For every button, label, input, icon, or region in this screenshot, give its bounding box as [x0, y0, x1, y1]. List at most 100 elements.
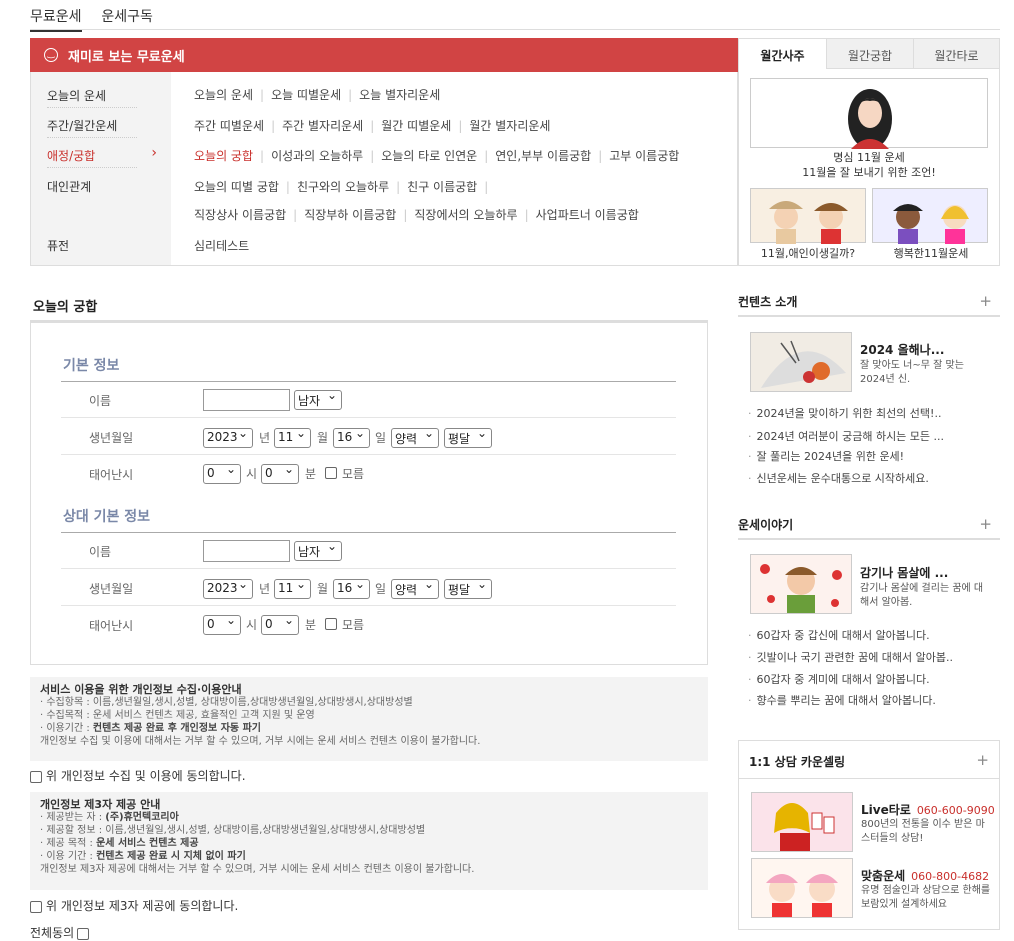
list-item[interactable]: 2024년 여러분이 궁금해 하시는 모든 ...: [748, 428, 945, 444]
privacy-line-prefix: · 이용 기간 :: [40, 851, 97, 862]
partner-minute-select[interactable]: 0: [261, 613, 299, 635]
name-input[interactable]: [203, 389, 290, 411]
gender-select[interactable]: 남자: [294, 388, 342, 410]
top-tabs: 무료운세 운세구독: [30, 6, 169, 32]
unknown-time-label: 모름: [342, 618, 365, 632]
partner-gender-select[interactable]: 남자: [294, 539, 342, 561]
link-item[interactable]: 오늘의 타로 인연운: [381, 149, 477, 163]
category-weekly-monthly[interactable]: 주간/월간운세: [47, 110, 137, 138]
gender-value: 남자: [298, 545, 321, 559]
link-item[interactable]: 직장에서의 오늘하루: [414, 208, 517, 222]
love-11-image[interactable]: [750, 188, 866, 244]
category-fusion[interactable]: 퓨전: [47, 230, 137, 258]
live-tarot-title[interactable]: Live타로 060-600-9090: [861, 801, 995, 818]
couple-illustration: [769, 201, 848, 244]
link-item[interactable]: 오늘 띠별운세: [271, 88, 341, 102]
link-item[interactable]: 오늘의 운세: [194, 88, 253, 102]
list-item[interactable]: 잘 풀리는 2024년을 위한 운세!: [748, 448, 905, 464]
link-item[interactable]: 친구 이름궁합: [407, 180, 477, 194]
monthly-main-image[interactable]: [750, 78, 988, 149]
more-plus-icon[interactable]: +: [976, 751, 989, 769]
agree-collection[interactable]: 위 개인정보 수집 및 이용에 동의합니다.: [30, 767, 246, 784]
tab-monthly-match[interactable]: 월간궁합: [826, 39, 913, 69]
link-item[interactable]: 주간 띠별운세: [194, 119, 264, 133]
link-item[interactable]: 오늘 별자리운세: [359, 88, 440, 102]
link-item[interactable]: 주간 별자리운세: [282, 119, 363, 133]
partner-year-select[interactable]: 2023: [203, 577, 253, 599]
custom-fortune-label: 맞춤운세: [861, 869, 906, 883]
link-item[interactable]: 심리테스트: [194, 239, 249, 253]
link-item[interactable]: 직장부하 이름궁합: [304, 208, 396, 222]
list-item[interactable]: 2024년을 맞이하기 위한 최선의 선택!..: [748, 405, 942, 421]
partner-day-select[interactable]: 16: [333, 577, 370, 599]
partner-hour-select[interactable]: 0: [203, 613, 241, 635]
partner-name-input[interactable]: [203, 540, 290, 562]
privacy-line: · 제공받는 자 : (주)휴먼텍코리아: [40, 811, 698, 824]
privacy-line: · 이용 기간 : 컨텐츠 제공 완료 시 지체 없이 파기: [40, 850, 698, 863]
tab-monthly-tarot[interactable]: 월간타로: [913, 39, 999, 69]
tab-monthly-saju[interactable]: 월간사주: [739, 39, 826, 69]
link-item[interactable]: 직장상사 이름궁합: [194, 208, 286, 222]
tab-subscription[interactable]: 운세구독: [101, 6, 153, 30]
partner-leap-select[interactable]: 평달: [444, 577, 492, 599]
category-relations[interactable]: 대인관계: [47, 171, 137, 199]
link-item[interactable]: 이성과의 오늘하루: [271, 149, 363, 163]
category-today[interactable]: 오늘의 운세: [47, 80, 137, 108]
happy-11-image[interactable]: [872, 188, 988, 244]
link-row-5: 직장상사 이름궁합 | 직장부하 이름궁합 | 직장에서의 오늘하루 | 사업파트너 이름궁…: [194, 208, 639, 222]
tarot-reader-illustration: [774, 803, 835, 851]
partner-unknown-time-checkbox[interactable]: [325, 618, 337, 630]
partner-month-select[interactable]: 11: [274, 577, 311, 599]
partner-time-row: 태어난시 0 시 0 분 모름: [61, 607, 676, 643]
calendar-select[interactable]: 양력: [391, 426, 439, 448]
link-item-active[interactable]: 오늘의 궁합: [194, 149, 253, 163]
privacy-line: 개인정보 수집 및 이용에 대해서는 거부 할 수 있으며, 거부 시에는 운세…: [40, 736, 481, 747]
link-row-2: 주간 띠별운세 | 주간 별자리운세 | 월간 띠별운세 | 월간 별자리운세: [194, 119, 551, 133]
caption-happy-11[interactable]: 행복한11월운세: [867, 245, 995, 261]
more-plus-icon[interactable]: +: [979, 515, 992, 533]
story-feature-title[interactable]: 감기나 몸살에 ...: [860, 564, 948, 581]
month-select[interactable]: 11: [274, 426, 311, 448]
link-item[interactable]: 연인,부부 이름궁합: [495, 149, 591, 163]
list-item[interactable]: 향수를 뿌리는 꿈에 대해서 알아봅니다.: [748, 692, 936, 708]
content-intro-thumbnail[interactable]: [750, 332, 852, 392]
caption-love-11[interactable]: 11월,애인이생길까?: [744, 245, 872, 261]
hour-value: 0: [207, 617, 215, 631]
live-tarot-image[interactable]: [751, 792, 853, 852]
privacy-collection-title: 서비스 이용을 위한 개인정보 수집·이용안내: [40, 683, 242, 696]
link-item[interactable]: 월간 별자리운세: [469, 119, 550, 133]
hour-select[interactable]: 0: [203, 462, 241, 484]
link-item[interactable]: 월간 띠별운세: [381, 119, 451, 133]
time-row: 태어난시 0 시 0 분 모름: [61, 456, 676, 492]
agree-collection-checkbox[interactable]: [30, 770, 42, 783]
unknown-time-checkbox[interactable]: [325, 467, 337, 479]
list-item[interactable]: 신년운세는 운수대통으로 시작하세요.: [748, 470, 929, 486]
agree-thirdparty[interactable]: 위 개인정보 제3자 제공에 동의합니다.: [30, 897, 238, 914]
link-item[interactable]: 친구와의 오늘하루: [297, 180, 389, 194]
leap-select[interactable]: 평달: [444, 426, 492, 448]
day-select[interactable]: 16: [333, 426, 370, 448]
link-item[interactable]: 사업파트너 이름궁합: [536, 208, 639, 222]
more-plus-icon[interactable]: +: [979, 292, 992, 310]
partner-calendar-select[interactable]: 양력: [391, 577, 439, 599]
category-love[interactable]: 애정/궁합 ›: [47, 140, 157, 168]
year-select[interactable]: 2023: [203, 426, 253, 448]
privacy-collection-notice: 서비스 이용을 위한 개인정보 수집·이용안내 · 수집항목 : 이름,생년월일…: [30, 677, 708, 761]
link-item[interactable]: 오늘의 띠별 궁합: [194, 180, 279, 194]
link-item[interactable]: 고부 이름궁합: [609, 149, 679, 163]
content-intro-feature-title[interactable]: 2024 올해나...: [860, 341, 944, 358]
minute-select[interactable]: 0: [261, 462, 299, 484]
custom-fortune-title[interactable]: 맞춤운세 060-800-4682: [861, 867, 989, 884]
agree-thirdparty-checkbox[interactable]: [30, 900, 42, 913]
privacy-thirdparty-title: 개인정보 제3자 제공 안내: [40, 798, 161, 811]
agree-all[interactable]: 전체동의: [30, 924, 90, 941]
month-value: 11: [278, 581, 294, 595]
list-item[interactable]: 60갑자 중 계미에 대해서 알아봅니다.: [748, 671, 930, 687]
privacy-line: · 제공 목적 : 운세 서비스 컨텐츠 제공: [40, 837, 698, 850]
list-item[interactable]: 60갑자 중 갑신에 대해서 알아봅니다.: [748, 627, 930, 643]
custom-fortune-image[interactable]: [751, 858, 853, 918]
list-item[interactable]: 깃발이나 국기 관련한 꿈에 대해서 알아봅..: [748, 649, 954, 665]
agree-all-checkbox[interactable]: [77, 927, 90, 940]
monthly-caption-1: 명심 11월 운세: [833, 151, 905, 164]
story-thumbnail[interactable]: [750, 554, 852, 614]
